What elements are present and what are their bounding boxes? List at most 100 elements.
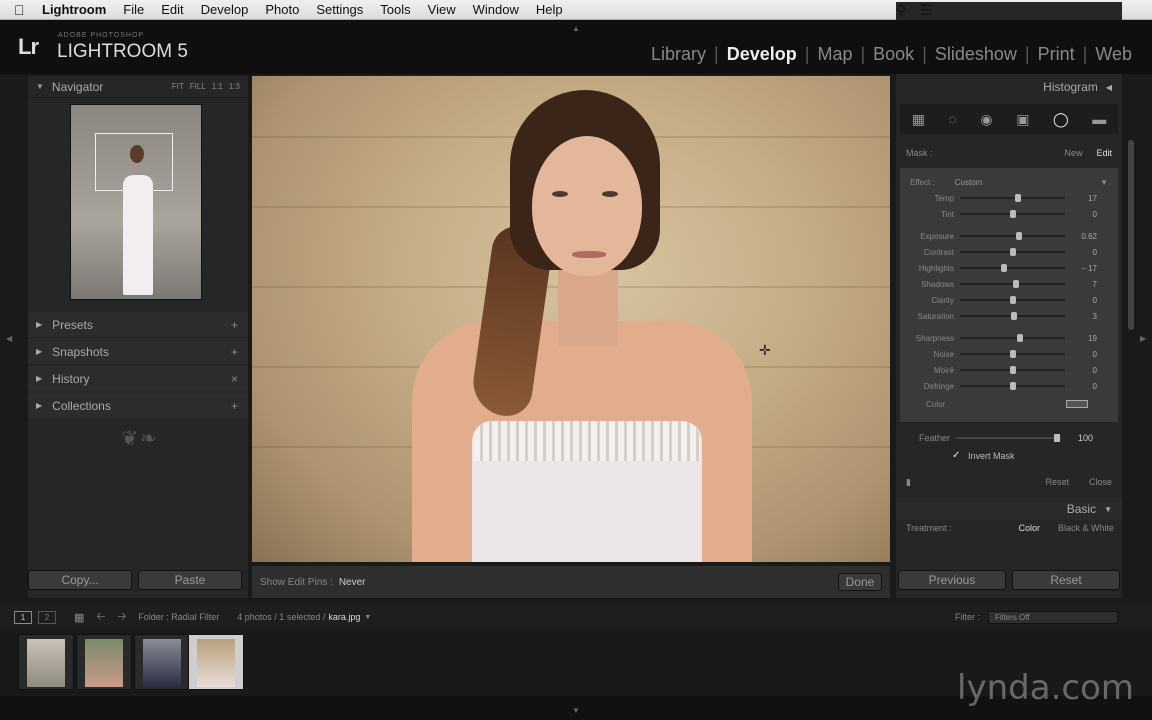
radial-filter-icon[interactable]: ◯	[1053, 111, 1069, 128]
adjustment-value[interactable]: 0	[1065, 382, 1105, 391]
module-web[interactable]: Web	[1087, 44, 1140, 65]
filename-dropdown-icon[interactable]: ▼	[364, 614, 371, 621]
adjustment-slider[interactable]	[960, 248, 1065, 256]
effect-dropdown-icon[interactable]: ▼	[1100, 178, 1108, 187]
add-collection-icon[interactable]: +	[231, 399, 238, 413]
menu-help[interactable]: Help	[536, 2, 563, 17]
effect-select[interactable]: Custom	[955, 178, 983, 187]
clear-history-icon[interactable]: ×	[231, 372, 238, 386]
slider-knob[interactable]	[1010, 382, 1016, 390]
red-eye-icon[interactable]: ◉	[980, 111, 992, 128]
slider-knob[interactable]	[1016, 232, 1022, 240]
menu-window[interactable]: Window	[473, 2, 519, 17]
invert-mask-row[interactable]: ✓ Invert Mask	[896, 448, 1122, 464]
adjustment-slider[interactable]	[960, 194, 1065, 202]
slider-knob[interactable]	[1010, 210, 1016, 218]
adjustment-slider[interactable]	[960, 264, 1065, 272]
filter-select[interactable]: Filters Off	[988, 610, 1118, 624]
navigator-header[interactable]: ▼ Navigator FIT FILL 1:1 1:3	[28, 76, 248, 98]
slider-knob[interactable]	[1010, 366, 1016, 374]
treatment-black-white[interactable]: Black & White	[1058, 523, 1114, 533]
left-panel-toggle-icon[interactable]: ◀	[6, 334, 12, 343]
adjustment-value[interactable]: 0	[1065, 296, 1105, 305]
navigator-preview[interactable]	[70, 104, 202, 300]
mask-close-button[interactable]: Close	[1089, 477, 1112, 487]
adjustment-value[interactable]: 3	[1065, 312, 1105, 321]
module-library[interactable]: Library	[643, 44, 714, 65]
basic-header[interactable]: Basic ▼	[896, 498, 1122, 520]
mask-edit-button[interactable]: Edit	[1096, 148, 1112, 158]
adjustment-value[interactable]: 17	[1065, 194, 1105, 203]
adjustment-value[interactable]: 0	[1065, 210, 1105, 219]
slider-knob[interactable]	[1017, 334, 1023, 342]
slider-knob[interactable]	[1011, 312, 1017, 320]
mask-reset-button[interactable]: Reset	[1045, 477, 1069, 487]
section-history[interactable]: ▶ History ×	[28, 366, 248, 391]
adjustment-value[interactable]: 0	[1065, 366, 1105, 375]
menu-edit[interactable]: Edit	[161, 2, 183, 17]
menu-view[interactable]: View	[428, 2, 456, 17]
slider-knob[interactable]	[1013, 280, 1019, 288]
slider-knob[interactable]	[1010, 248, 1016, 256]
reset-button[interactable]: Reset	[1012, 570, 1120, 590]
adjustment-slider[interactable]	[960, 232, 1065, 240]
forward-arrow-icon[interactable]: 🡢	[117, 608, 126, 627]
menu-app[interactable]: Lightroom	[42, 2, 106, 17]
section-snapshots[interactable]: ▶ Snapshots +	[28, 339, 248, 364]
adjustment-slider[interactable]	[960, 382, 1065, 390]
module-map[interactable]: Map	[809, 44, 860, 65]
slider-knob[interactable]	[1010, 350, 1016, 358]
section-presets[interactable]: ▶ Presets +	[28, 312, 248, 337]
adjustment-slider[interactable]	[960, 280, 1065, 288]
crop-grid-icon[interactable]: ▦	[912, 111, 925, 128]
menu-settings[interactable]: Settings	[316, 2, 363, 17]
adjustment-brush-icon[interactable]: ▬	[1092, 111, 1106, 127]
filmstrip-thumb[interactable]	[134, 634, 190, 690]
navigator-zoom-box[interactable]	[95, 133, 173, 191]
adjustment-value[interactable]: 0	[1065, 248, 1105, 257]
treatment-color[interactable]: Color	[1018, 523, 1040, 533]
feather-value[interactable]: 100	[1061, 433, 1101, 443]
apple-icon[interactable]: 	[14, 2, 30, 18]
toggle-switch-icon[interactable]: ▮	[906, 477, 911, 488]
bottom-panel-toggle-icon[interactable]: ▼	[572, 706, 580, 715]
show-edit-pins-select[interactable]: Never	[339, 577, 366, 588]
paste-button[interactable]: Paste	[138, 570, 242, 590]
zoom-fill[interactable]: FILL	[190, 82, 206, 91]
screen-2-button[interactable]: 2	[38, 610, 56, 624]
zoom-fit[interactable]: FIT	[172, 82, 184, 91]
previous-button[interactable]: Previous	[898, 570, 1006, 590]
top-panel-toggle-icon[interactable]: ▲	[572, 24, 580, 33]
main-image[interactable]: ✛	[252, 76, 890, 562]
add-preset-icon[interactable]: +	[231, 318, 238, 332]
adjustment-slider[interactable]	[960, 296, 1065, 304]
adjustment-slider[interactable]	[960, 366, 1065, 374]
adjustment-slider[interactable]	[960, 334, 1065, 342]
right-panel-scrollbar[interactable]	[1128, 140, 1134, 330]
color-swatch[interactable]	[1066, 400, 1088, 408]
copy-button[interactable]: Copy...	[28, 570, 132, 590]
mask-new-button[interactable]: New	[1064, 148, 1082, 158]
menu-photo[interactable]: Photo	[265, 2, 299, 17]
feather-slider[interactable]	[956, 434, 1061, 442]
menu-develop[interactable]: Develop	[201, 2, 249, 17]
filmstrip-thumb[interactable]	[76, 634, 132, 690]
slider-knob[interactable]	[1001, 264, 1007, 272]
adjustment-slider[interactable]	[960, 210, 1065, 218]
module-book[interactable]: Book	[865, 44, 922, 65]
spot-removal-icon[interactable]: ◌	[949, 111, 957, 127]
adjustment-value[interactable]: 7	[1065, 280, 1105, 289]
slider-knob[interactable]	[1010, 296, 1016, 304]
graduated-filter-icon[interactable]: ▣	[1016, 111, 1029, 128]
slider-knob[interactable]	[1015, 194, 1021, 202]
adjustment-value[interactable]: 0	[1065, 350, 1105, 359]
module-develop[interactable]: Develop	[719, 44, 805, 65]
section-collections[interactable]: ▶ Collections +	[28, 393, 248, 418]
add-snapshot-icon[interactable]: +	[231, 345, 238, 359]
menu-tools[interactable]: Tools	[380, 2, 410, 17]
adjustment-value[interactable]: 0.62	[1065, 232, 1105, 241]
histogram-header[interactable]: Histogram ◀	[896, 76, 1122, 98]
filmstrip-thumb[interactable]	[18, 634, 74, 690]
back-arrow-icon[interactable]: 🡠	[96, 608, 105, 627]
adjustment-value[interactable]: 19	[1065, 334, 1105, 343]
